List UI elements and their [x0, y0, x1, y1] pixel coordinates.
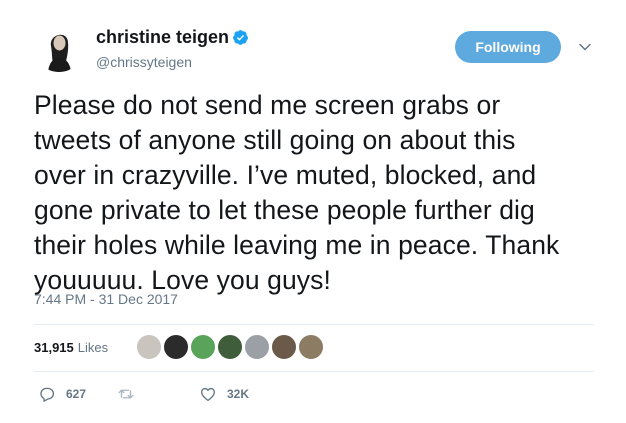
tweet-text-line: tweets of anyone still going on about th… — [34, 125, 516, 155]
tweet-text-line: gone private to let these people further… — [34, 195, 535, 225]
tweet-text: Please do not send me screen grabs or tw… — [34, 88, 604, 298]
heart-icon — [200, 387, 216, 402]
divider — [34, 324, 594, 325]
reply-button[interactable]: 627 — [38, 385, 86, 403]
liker-avatar[interactable] — [216, 333, 244, 361]
verified-badge-icon — [233, 30, 248, 45]
retweet-icon — [118, 389, 134, 399]
liker-avatar[interactable] — [297, 333, 325, 361]
tweet-text-line: their holes while leaving me in peace. T… — [34, 230, 560, 260]
tweet-timestamp[interactable]: 7:44 PM - 31 Dec 2017 — [34, 291, 178, 307]
liker-avatar[interactable] — [135, 333, 163, 361]
display-name[interactable]: christine teigen — [96, 27, 229, 48]
liker-avatar[interactable] — [270, 333, 298, 361]
likes-count: 31,915 — [34, 340, 74, 355]
likes-label: Likes — [77, 340, 109, 355]
liker-avatar[interactable] — [162, 333, 190, 361]
like-button[interactable]: 32K — [199, 385, 249, 403]
user-handle[interactable]: @chrissyteigen — [96, 54, 192, 70]
tweet-text-line: Please do not send me screen grabs or — [34, 90, 501, 120]
divider — [34, 371, 594, 372]
retweet-button[interactable] — [117, 385, 145, 403]
tweet-text-line: over in crazyville. I’ve muted, blocked,… — [34, 160, 537, 190]
reply-count: 627 — [66, 387, 87, 401]
profile-avatar[interactable] — [34, 22, 84, 72]
following-button[interactable]: Following — [455, 31, 561, 63]
likes-stat[interactable]: 31,915 Likes — [34, 340, 108, 355]
tweet-card: christine teigen @chrissyteigen Followin… — [0, 0, 626, 423]
like-count: 32K — [227, 387, 250, 401]
chevron-down-icon[interactable] — [578, 40, 592, 54]
reply-icon — [40, 387, 55, 402]
liker-avatar[interactable] — [189, 333, 217, 361]
liker-avatar[interactable] — [243, 333, 271, 361]
